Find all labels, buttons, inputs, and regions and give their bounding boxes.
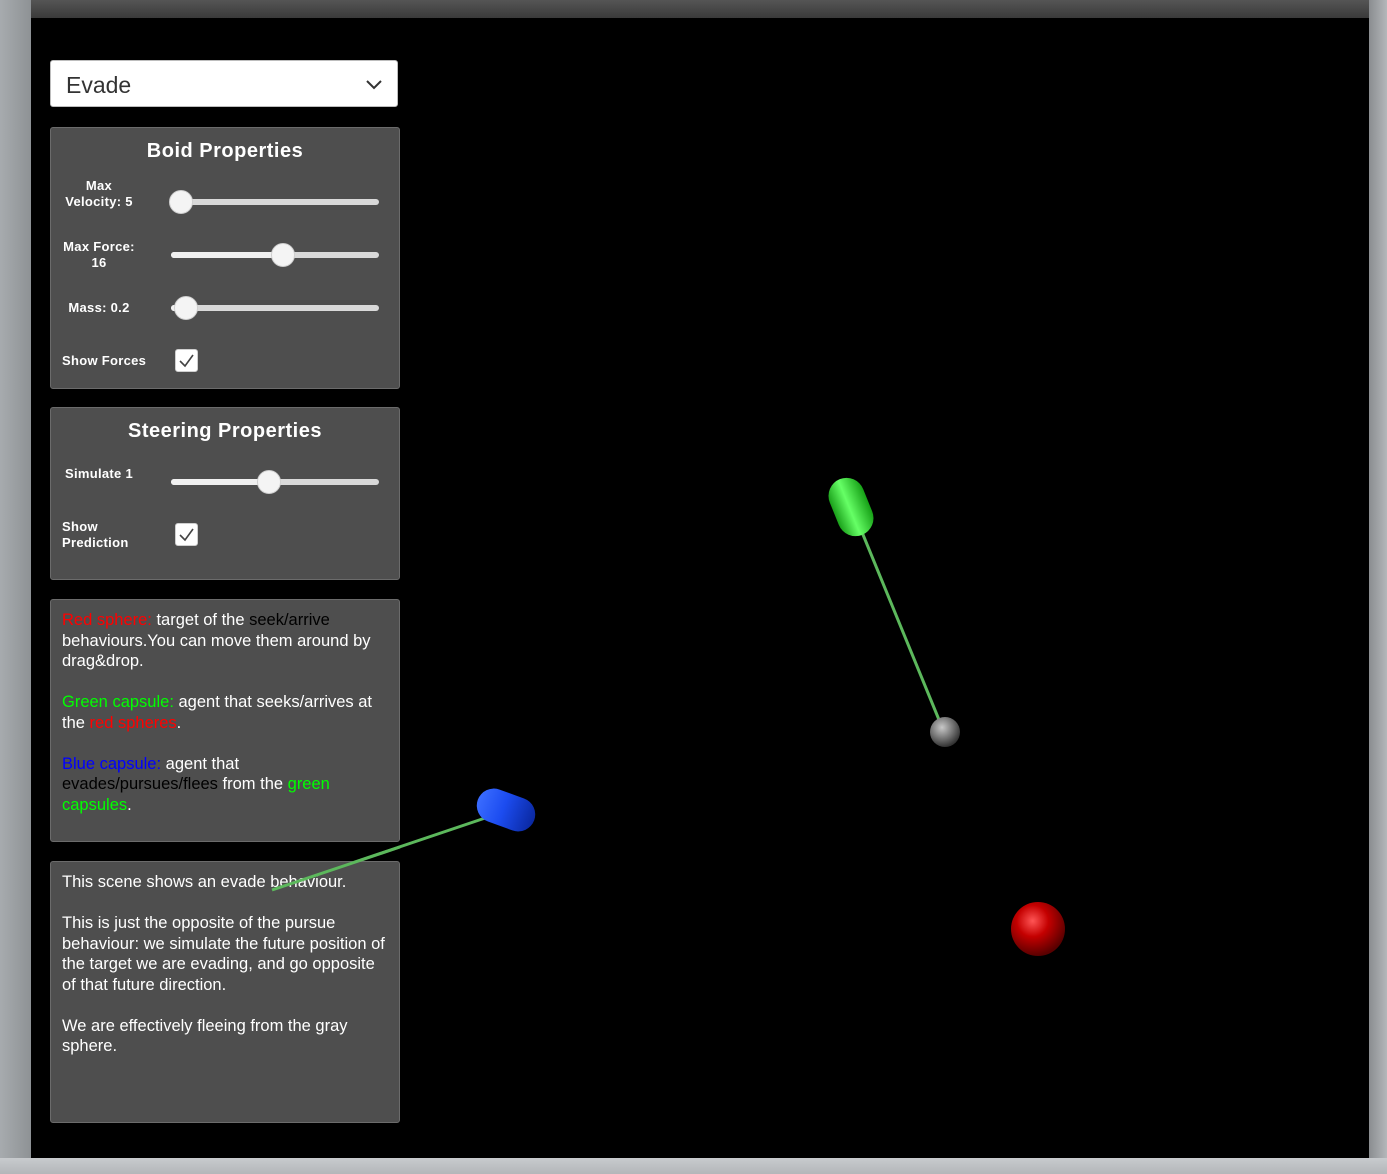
seek-arrive-term: seek/arrive xyxy=(249,611,330,629)
boid-properties-panel: Boid Properties Max Velocity: 5 Max Forc… xyxy=(50,127,400,389)
max-force-label: Max Force: 16 xyxy=(63,239,135,270)
legend-text: behaviours.You can move them around by d… xyxy=(62,631,371,671)
mass-label: Mass: 0.2 xyxy=(68,300,130,315)
slider-fill xyxy=(171,479,269,485)
legend-text: . xyxy=(127,795,132,814)
slider-thumb[interactable] xyxy=(169,190,194,214)
max-velocity-label: Max Velocity: 5 xyxy=(65,178,133,209)
green-capsule-term: Green capsule: xyxy=(62,693,174,711)
red-spheres-term: red spheres xyxy=(89,713,177,732)
blue-capsule[interactable] xyxy=(472,784,540,836)
description-panel: This scene shows an evade behaviour. Thi… xyxy=(50,861,400,1123)
slider-thumb[interactable] xyxy=(256,470,281,494)
slider-thumb[interactable] xyxy=(271,243,296,267)
legend-text: agent that xyxy=(161,754,240,773)
legend-text: target of the xyxy=(151,611,250,629)
show-prediction-checkbox[interactable] xyxy=(175,523,198,546)
mass-slider[interactable] xyxy=(171,296,379,320)
slider-fill xyxy=(171,252,284,258)
viewport-frame: Evade Boid Properties Max Velocity: 5 Ma… xyxy=(0,0,1387,1174)
checkmark-icon xyxy=(179,528,194,542)
simulate-label: Simulate 1 xyxy=(64,466,134,481)
legend-text: . xyxy=(176,713,182,732)
red-sphere-term: Red sphere: xyxy=(62,611,152,629)
description-paragraph: This scene shows an evade behaviour. xyxy=(62,873,347,891)
slider-track xyxy=(171,199,379,205)
behaviour-dropdown[interactable]: Evade xyxy=(50,60,398,107)
simulate-slider[interactable] xyxy=(171,470,379,494)
green-force-line xyxy=(855,519,946,733)
gray-prediction-sphere xyxy=(930,717,960,747)
blue-capsule-term: Blue capsule: xyxy=(62,754,162,773)
description-paragraph: We are effectively fleeing from the gray… xyxy=(62,1016,348,1056)
red-sphere-target[interactable] xyxy=(1011,902,1065,956)
show-prediction-label: Show Prediction xyxy=(62,519,129,550)
legend-green-capsule: Green capsule: agent that seeks/arrives … xyxy=(62,692,388,733)
description-paragraph: This is just the opposite of the pursue … xyxy=(62,914,385,994)
evades-pursues-flees-term: evades/pursues/flees xyxy=(62,775,218,793)
legend-panel: Red sphere: target of the seek/arrive be… xyxy=(50,599,400,842)
chevron-down-icon xyxy=(366,80,382,90)
show-forces-checkbox[interactable] xyxy=(175,349,198,372)
legend-text: from the xyxy=(217,775,288,793)
green-capsule[interactable] xyxy=(823,472,879,541)
legend-red-sphere: Red sphere: target of the seek/arrive be… xyxy=(62,610,388,672)
legend-blue-capsule: Blue capsule: agent that evades/pursues/… xyxy=(62,754,388,816)
slider-track xyxy=(171,305,379,311)
steering-properties-panel: Steering Properties Simulate 1 Show Pred… xyxy=(50,407,400,580)
checkmark-icon xyxy=(179,354,194,368)
dropdown-value: Evade xyxy=(66,72,132,98)
steering-properties-title: Steering Properties xyxy=(127,420,322,442)
max-velocity-slider[interactable] xyxy=(169,190,379,214)
slider-thumb[interactable] xyxy=(173,296,198,320)
boid-properties-title: Boid Properties xyxy=(146,140,304,162)
max-force-slider[interactable] xyxy=(171,243,379,267)
show-forces-label: Show Forces xyxy=(62,353,147,368)
